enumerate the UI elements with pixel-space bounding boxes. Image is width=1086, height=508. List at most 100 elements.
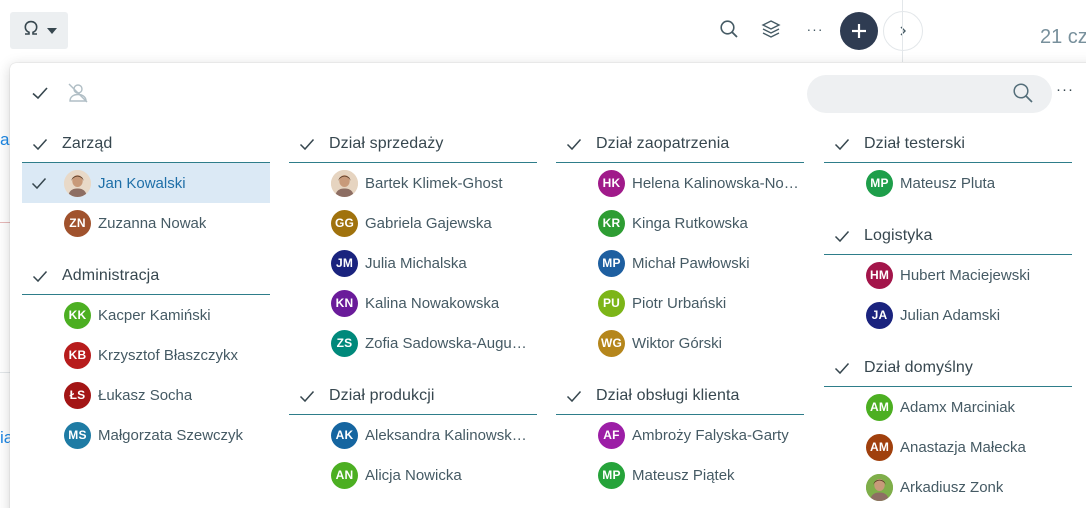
- user-list-item[interactable]: HK Helena Kalinowska-Nowak: [556, 163, 804, 203]
- avatar: MP: [598, 249, 625, 277]
- user-name: Adamx Marciniak: [900, 398, 1016, 416]
- avatar: HM: [866, 261, 893, 289]
- check-slot: [564, 213, 588, 233]
- check-icon: [832, 226, 852, 246]
- avatar: KN: [331, 289, 358, 317]
- user-list-item[interactable]: Jan Kowalski: [22, 163, 270, 203]
- user-name: Julian Adamski: [900, 306, 1001, 324]
- group-title: Dział produkcji: [329, 386, 435, 404]
- user-list-item[interactable]: KN Kalina Nowakowska: [289, 283, 537, 323]
- deselect-users-icon[interactable]: [66, 81, 90, 110]
- group-header[interactable]: Dział zaopatrzenia: [556, 125, 804, 163]
- group-title: Dział domyślny: [864, 358, 973, 376]
- user-name: Hubert Maciejewski: [900, 266, 1031, 284]
- user-list-item[interactable]: MP Mateusz Piątek: [556, 455, 804, 495]
- user-list-item[interactable]: JA Julian Adamski: [824, 295, 1072, 335]
- avatar: PU: [598, 289, 625, 317]
- user-list-item[interactable]: WG Wiktor Górski: [556, 323, 804, 363]
- group-title: Dział sprzedaży: [329, 134, 444, 152]
- select-all-check-icon[interactable]: [30, 83, 50, 108]
- user-list-item[interactable]: ŁS Łukasz Socha: [22, 375, 270, 415]
- next-button[interactable]: [883, 11, 923, 51]
- group-header[interactable]: Dział testerski: [824, 125, 1072, 163]
- background-divider: [0, 372, 10, 373]
- group-header[interactable]: Logistyka: [824, 217, 1072, 255]
- avatar: KB: [64, 341, 91, 369]
- user-group: Dział produkcji AK Aleksandra Kalinowska-N…: [289, 377, 537, 495]
- user-name: Małgorzata Szewczyk: [98, 426, 244, 444]
- check-slot: [564, 425, 588, 445]
- background-divider: [0, 222, 10, 223]
- user-list-item[interactable]: MP Michał Pawłowski: [556, 243, 804, 283]
- group-column: Dział sprzedaży Bartek Klimek-Ghost GG Gabr…: [289, 125, 537, 508]
- user-name: Kalina Nowakowska: [365, 294, 500, 312]
- avatar: KK: [64, 301, 91, 329]
- plus-icon: [852, 24, 866, 38]
- user-name: Łukasz Socha: [98, 386, 193, 404]
- layers-icon[interactable]: [758, 16, 784, 42]
- check-icon: [297, 386, 317, 406]
- check-slot: [297, 293, 321, 313]
- user-list-item[interactable]: KR Kinga Rutkowska: [556, 203, 804, 243]
- resource-picker-button[interactable]: [10, 12, 68, 49]
- user-name: Anastazja Małecka: [900, 438, 1026, 456]
- user-list-item[interactable]: AN Alicja Nowicka: [289, 455, 537, 495]
- user-list-item[interactable]: PU Piotr Urbański: [556, 283, 804, 323]
- user-list-item[interactable]: KK Kacper Kamiński: [22, 295, 270, 335]
- user-list-item[interactable]: Bartek Klimek-Ghost: [289, 163, 537, 203]
- check-slot: [564, 253, 588, 273]
- group-header[interactable]: Zarząd: [22, 125, 270, 163]
- user-list-item[interactable]: AF Ambroży Falyska-Garty: [556, 415, 804, 455]
- avatar: MS: [64, 421, 91, 449]
- user-name: Wiktor Górski: [632, 334, 722, 352]
- check-slot: [30, 345, 54, 365]
- user-group: Dział obsługi klienta AF Ambroży Falyska-G…: [556, 377, 804, 495]
- background-text-fragment: a: [0, 130, 10, 149]
- avatar: [331, 169, 358, 197]
- avatar: ZN: [64, 209, 91, 237]
- user-list-item[interactable]: GG Gabriela Gajewska: [289, 203, 537, 243]
- user-list-item[interactable]: ZS Zofia Sadowska-Augustyniak: [289, 323, 537, 363]
- user-list-item[interactable]: KB Krzysztof Błaszczykx: [22, 335, 270, 375]
- user-list-item[interactable]: JM Julia Michalska: [289, 243, 537, 283]
- more-icon[interactable]: ···: [802, 16, 828, 42]
- avatar: WG: [598, 329, 625, 357]
- user-list-item[interactable]: AM Anastazja Małecka: [824, 427, 1072, 467]
- avatar: [866, 473, 893, 501]
- user-list-item[interactable]: HM Hubert Maciejewski: [824, 255, 1072, 295]
- group-header[interactable]: Dział obsługi klienta: [556, 377, 804, 415]
- check-slot: [564, 333, 588, 353]
- user-name: Gabriela Gajewska: [365, 214, 492, 232]
- check-slot: [30, 425, 54, 445]
- more-icon[interactable]: ···: [1056, 81, 1074, 98]
- group-title: Administracja: [62, 266, 160, 284]
- resource-dropdown-panel: ··· Zarząd Jan Kowalski ZN Zuzanna Nowak Adm…: [10, 63, 1086, 508]
- group-header[interactable]: Administracja: [22, 257, 270, 295]
- user-name: Kacper Kamiński: [98, 306, 211, 324]
- user-list-item[interactable]: ZN Zuzanna Nowak: [22, 203, 270, 243]
- add-button[interactable]: [840, 12, 878, 50]
- group-header[interactable]: Dział domyślny: [824, 349, 1072, 387]
- check-icon: [832, 134, 852, 154]
- search-icon[interactable]: [716, 16, 742, 42]
- user-list-item[interactable]: Arkadiusz Zonk: [824, 467, 1072, 507]
- check-slot: [30, 213, 54, 233]
- check-slot: [297, 173, 321, 193]
- check-icon: [30, 173, 54, 193]
- user-list-item[interactable]: MP Mateusz Pluta: [824, 163, 1072, 203]
- check-slot: [30, 385, 54, 405]
- user-name: Michał Pawłowski: [632, 254, 750, 272]
- user-list-item[interactable]: AM Adamx Marciniak: [824, 387, 1072, 427]
- user-group: Administracja KK Kacper Kamiński KB Krzyszto…: [22, 257, 270, 455]
- group-header[interactable]: Dział produkcji: [289, 377, 537, 415]
- omega-icon: [22, 19, 40, 43]
- chevron-right-icon: [900, 26, 906, 36]
- user-list-item[interactable]: AK Aleksandra Kalinowska-Nowak: [289, 415, 537, 455]
- avatar: GG: [331, 209, 358, 237]
- group-header[interactable]: Dział sprzedaży: [289, 125, 537, 163]
- user-list-item[interactable]: MS Małgorzata Szewczyk: [22, 415, 270, 455]
- user-name: Mateusz Pluta: [900, 174, 996, 192]
- avatar: ŁS: [64, 381, 91, 409]
- avatar: ZS: [331, 329, 358, 357]
- divider: [902, 0, 903, 62]
